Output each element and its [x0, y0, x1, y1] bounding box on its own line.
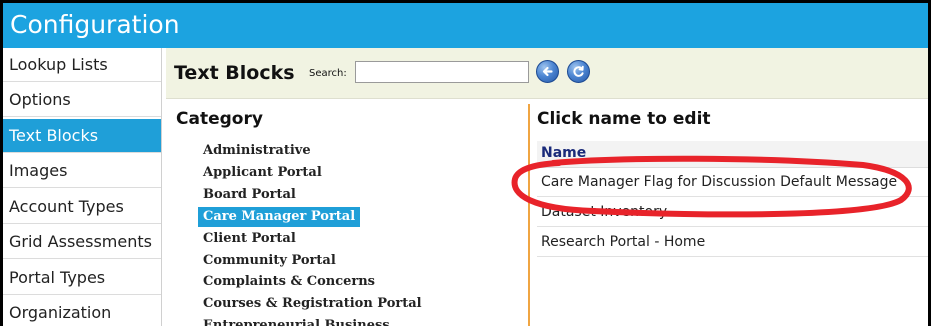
back-button[interactable]: [536, 60, 559, 83]
category-item-care-manager-portal[interactable]: Care Manager Portal: [198, 207, 361, 227]
category-item-board-portal[interactable]: Board Portal: [201, 185, 298, 205]
list-heading: Click name to edit: [537, 109, 711, 129]
toolbar: Text Blocks Search:: [166, 48, 928, 99]
sidebar-nav: Lookup Lists Options Text Blocks Images …: [3, 48, 162, 326]
category-item-entrepreneurial-business[interactable]: Entrepreneurial Business: [201, 316, 392, 326]
main-content: Text Blocks Search: Category Administrat…: [166, 48, 928, 326]
arrow-left-icon: [542, 66, 553, 77]
app-window: Configuration Lookup Lists Options Text …: [3, 3, 928, 326]
category-item-courses-registration-portal[interactable]: Courses & Registration Portal: [201, 294, 424, 314]
search-input[interactable]: [355, 61, 529, 83]
list-row-research-portal-home[interactable]: Research Portal - Home: [537, 228, 928, 257]
text-block-list-panel: Click name to edit Name Care Manager Fla…: [537, 99, 928, 326]
panel-divider[interactable]: [528, 104, 530, 326]
sidebar-item-organization-types[interactable]: Organization Types: [3, 296, 161, 326]
category-panel: Category Administrative Applicant Portal…: [166, 99, 527, 326]
category-item-complaints-concerns[interactable]: Complaints & Concerns: [201, 272, 377, 292]
list-row-dataset-inventory[interactable]: Dataset Inventory: [537, 198, 928, 227]
refresh-icon: [573, 65, 584, 77]
category-item-administrative[interactable]: Administrative: [201, 141, 313, 161]
sidebar-item-account-types[interactable]: Account Types: [3, 190, 161, 224]
category-item-applicant-portal[interactable]: Applicant Portal: [201, 163, 324, 183]
refresh-button[interactable]: [567, 60, 590, 83]
search-label: Search:: [309, 68, 347, 79]
list-row-care-manager-flag[interactable]: Care Manager Flag for Discussion Default…: [537, 168, 928, 197]
page-title: Text Blocks: [174, 62, 295, 84]
sidebar-item-images[interactable]: Images: [3, 154, 161, 188]
app-title: Configuration: [10, 10, 180, 39]
name-column-label: Name: [541, 145, 587, 161]
sidebar-item-lookup-lists[interactable]: Lookup Lists: [3, 48, 161, 82]
category-heading: Category: [176, 109, 263, 129]
name-column-header[interactable]: Name: [537, 141, 928, 168]
sidebar-item-portal-types[interactable]: Portal Types: [3, 261, 161, 295]
sidebar-item-options[interactable]: Options: [3, 83, 161, 117]
sidebar-item-text-blocks[interactable]: Text Blocks: [3, 119, 161, 153]
category-item-community-portal[interactable]: Community Portal: [201, 251, 338, 271]
category-item-client-portal[interactable]: Client Portal: [201, 229, 298, 249]
sidebar-item-grid-assessments[interactable]: Grid Assessments: [3, 225, 161, 259]
app-header: Configuration: [3, 3, 928, 48]
